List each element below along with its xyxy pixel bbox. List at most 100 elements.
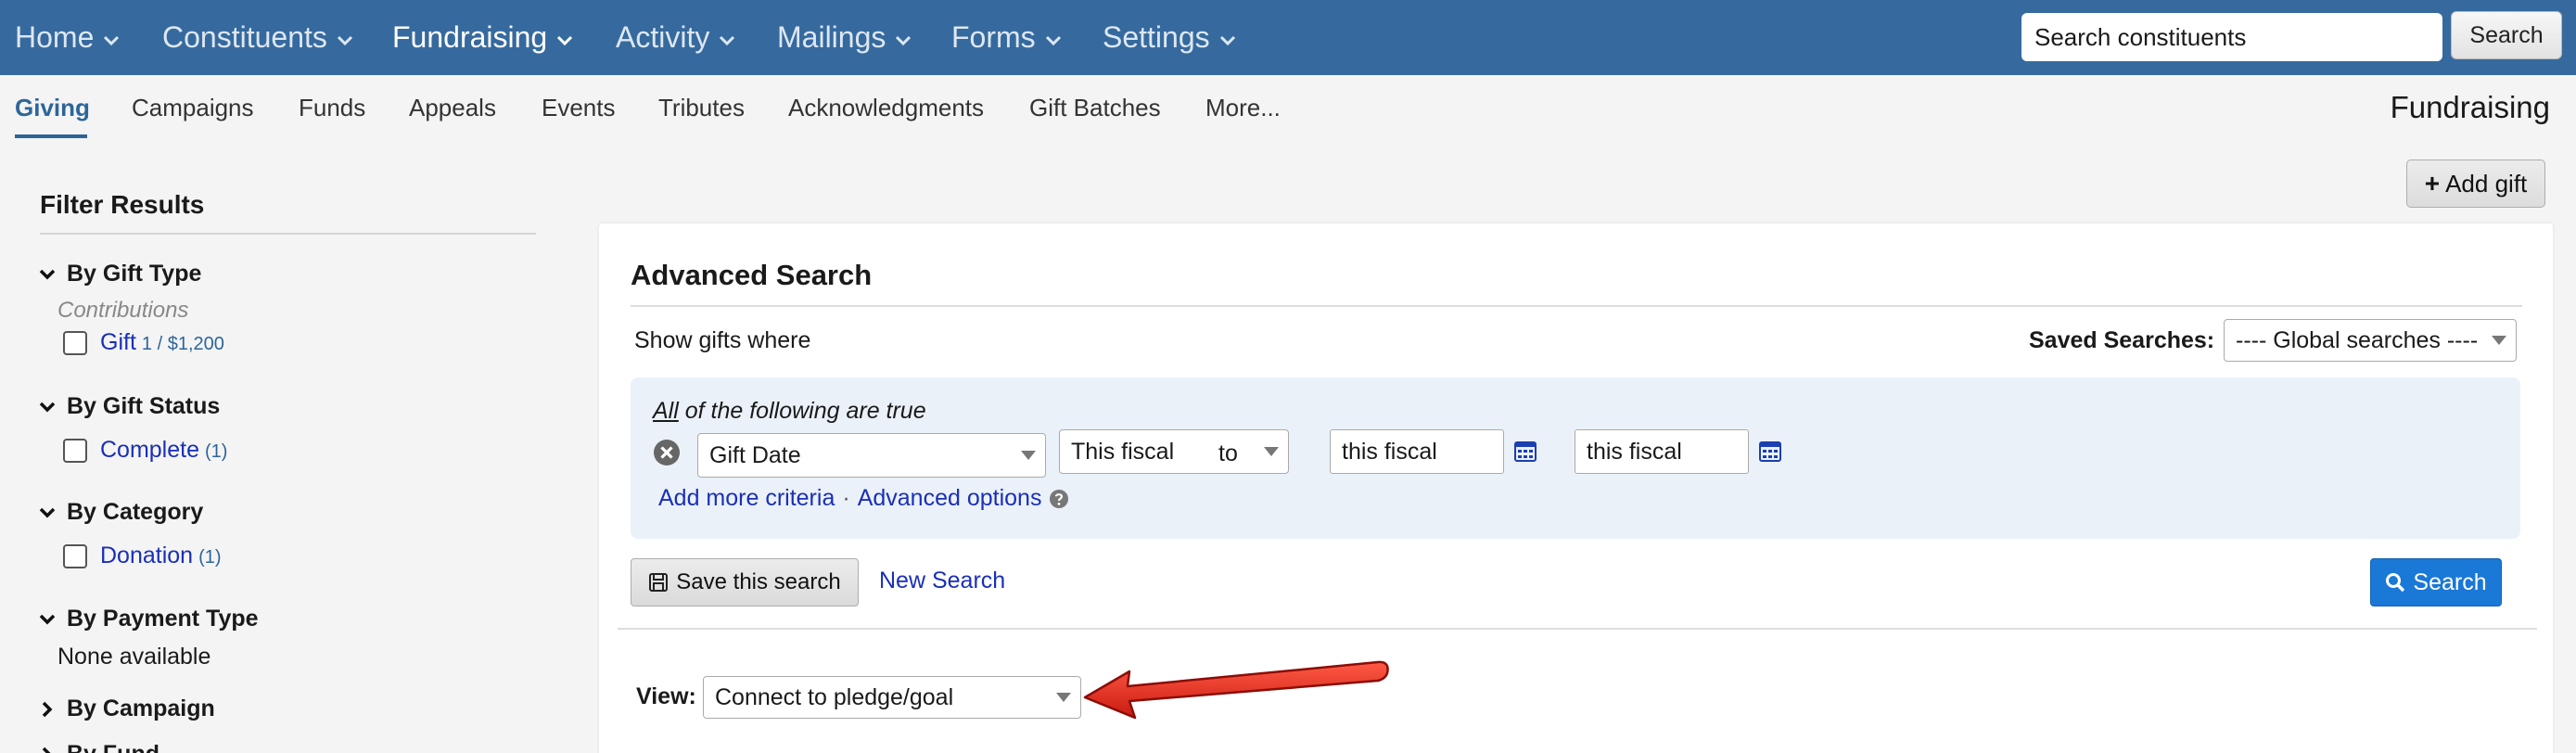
tab-appeals[interactable]: Appeals — [409, 75, 496, 142]
checkbox[interactable] — [63, 330, 87, 355]
active-tab-indicator — [15, 134, 87, 138]
filter-option-count: (1) — [198, 547, 222, 568]
divider — [40, 233, 536, 235]
advanced-options-link[interactable]: Advanced options — [858, 485, 1042, 512]
filter-option-count: 1 / $1,200 — [141, 334, 224, 354]
tab-giving[interactable]: Giving — [15, 75, 90, 142]
chevron-right-icon — [42, 701, 53, 717]
criteria-match-text: All of the following are true — [653, 398, 926, 425]
filter-option-donation[interactable]: Donation (1) — [63, 542, 222, 569]
chevron-down-icon — [39, 402, 56, 412]
remove-criterion-icon[interactable] — [653, 439, 681, 466]
criterion-field-value: Gift Date — [709, 441, 801, 468]
nav-activity[interactable]: Activity — [616, 0, 735, 75]
saved-searches-label: Saved Searches: — [2029, 327, 2215, 353]
nav-home-label: Home — [15, 20, 95, 54]
filter-group-label: By Gift Type — [67, 261, 202, 287]
checkbox[interactable] — [63, 543, 87, 568]
date-to-input[interactable]: this fiscal — [1575, 429, 1749, 474]
add-gift-label: Add gift — [2445, 169, 2528, 198]
checkbox[interactable] — [63, 438, 87, 463]
new-search-link[interactable]: New Search — [879, 568, 1005, 594]
divider — [618, 628, 2537, 630]
section-title: Fundraising — [2390, 90, 2550, 124]
filter-group-fund[interactable]: By Fund — [37, 741, 159, 753]
criteria-match-all[interactable]: All — [653, 398, 679, 424]
filter-group-label: By Payment Type — [67, 606, 259, 632]
nav-mailings[interactable]: Mailings — [777, 0, 912, 75]
filter-option-gift[interactable]: Gift 1 / $1,200 — [63, 329, 224, 356]
filter-none-available: None available — [57, 644, 211, 670]
tab-acknowledgments[interactable]: Acknowledgments — [788, 75, 984, 142]
filter-option-label[interactable]: Donation — [100, 542, 193, 568]
criteria-links: Add more criteria · Advanced options — [658, 485, 1069, 512]
filter-group-label: By Fund — [67, 741, 159, 753]
filter-group-label: By Category — [67, 499, 204, 525]
save-search-label: Save this search — [676, 569, 841, 594]
chevron-down-icon — [39, 269, 56, 279]
nav-fundraising[interactable]: Fundraising — [392, 0, 573, 75]
save-search-button[interactable]: Save this search — [631, 558, 859, 606]
add-gift-button[interactable]: + Add gift — [2406, 160, 2545, 208]
tab-funds[interactable]: Funds — [299, 75, 365, 142]
saved-searches-select[interactable]: ---- Global searches ---- — [2224, 319, 2517, 362]
filter-option-complete[interactable]: Complete (1) — [63, 437, 227, 464]
tab-campaigns[interactable]: Campaigns — [132, 75, 254, 142]
filter-group-category[interactable]: By Category — [37, 499, 203, 526]
search-icon — [2386, 573, 2405, 593]
advanced-search-panel: Advanced Search Show gifts where Saved S… — [599, 223, 2553, 753]
run-search-button[interactable]: Search — [2370, 558, 2502, 606]
show-where-label: Show gifts where — [634, 327, 811, 353]
nav-constituents[interactable]: Constituents — [162, 0, 353, 75]
chevron-right-icon — [42, 747, 51, 753]
date-from-input[interactable]: this fiscal — [1330, 429, 1504, 474]
filter-option-label[interactable]: Complete — [100, 437, 199, 463]
nav-settings[interactable]: Settings — [1103, 0, 1236, 75]
chevron-down-icon — [39, 614, 56, 624]
calendar-icon[interactable] — [1513, 439, 1537, 463]
criteria-box: All of the following are true Gift Date … — [631, 377, 2520, 539]
tab-gift-batches[interactable]: Gift Batches — [1029, 75, 1161, 142]
chevron-down-icon — [39, 507, 56, 517]
chevron-down-icon — [1219, 35, 1235, 45]
chevron-down-icon — [337, 35, 352, 45]
caret-down-icon — [2492, 336, 2506, 345]
nav-forms-label: Forms — [951, 20, 1036, 54]
filter-group-label: By Campaign — [67, 696, 215, 721]
tab-events[interactable]: Events — [542, 75, 616, 142]
filter-group-campaign[interactable]: By Campaign — [37, 696, 215, 722]
nav-mailings-label: Mailings — [777, 20, 886, 54]
filter-option-label[interactable]: Gift — [100, 329, 136, 355]
filter-group-gift-type[interactable]: By Gift Type — [37, 261, 201, 287]
tab-tributes[interactable]: Tributes — [658, 75, 745, 142]
chevron-down-icon — [896, 35, 912, 45]
caret-down-icon — [1021, 451, 1036, 460]
link-separator: · — [842, 485, 850, 511]
date-range-to: to — [1218, 440, 1238, 466]
filter-group-gift-status[interactable]: By Gift Status — [37, 393, 220, 420]
criteria-match-rest: of the following are true — [678, 398, 926, 424]
panel-title: Advanced Search — [631, 259, 873, 291]
criterion-operator-select[interactable]: This fiscal — [1059, 429, 1289, 474]
nav-home[interactable]: Home — [15, 0, 120, 75]
filter-group-payment-type[interactable]: By Payment Type — [37, 606, 259, 632]
criterion-field-select[interactable]: Gift Date — [697, 433, 1046, 478]
nav-fundraising-label: Fundraising — [392, 20, 548, 54]
caret-down-icon — [1056, 693, 1071, 702]
nav-activity-label: Activity — [616, 20, 710, 54]
filter-sidebar: Filter Results By Gift Type Contribution… — [0, 142, 556, 753]
view-select[interactable]: Connect to pledge/goal — [703, 676, 1081, 719]
constituent-search-input[interactable] — [2021, 13, 2442, 61]
help-icon[interactable] — [1049, 489, 1069, 509]
filter-caption: Contributions — [57, 298, 189, 323]
nav-forms[interactable]: Forms — [951, 0, 1062, 75]
calendar-icon[interactable] — [1758, 439, 1782, 463]
chevron-down-icon — [557, 35, 573, 45]
add-more-criteria-link[interactable]: Add more criteria — [658, 485, 835, 512]
constituent-search-button[interactable]: Search — [2451, 11, 2562, 59]
tab-more[interactable]: More... — [1205, 75, 1281, 142]
filter-title: Filter Results — [40, 190, 205, 219]
view-label: View: — [636, 683, 696, 709]
caret-down-icon — [1264, 447, 1279, 456]
filter-group-label: By Gift Status — [67, 393, 221, 419]
